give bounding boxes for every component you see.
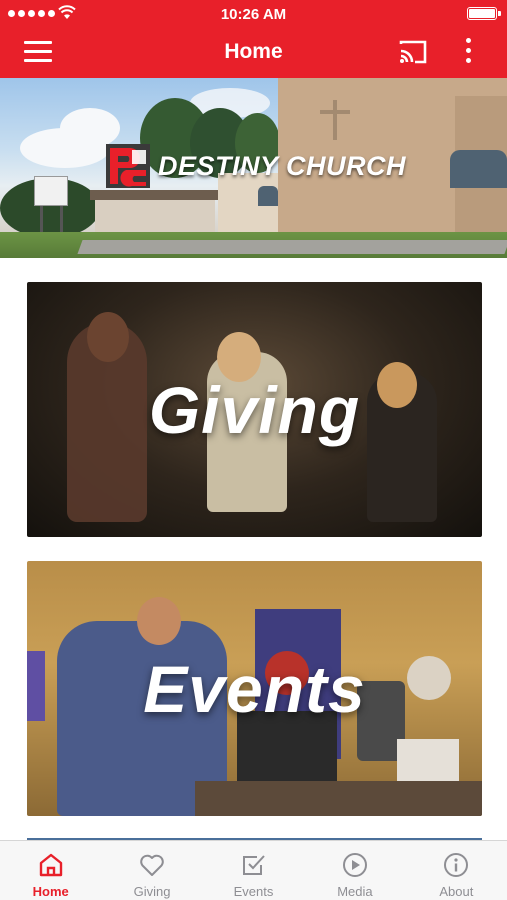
tab-about-label: About bbox=[439, 884, 474, 899]
destiny-church-logo bbox=[106, 144, 150, 188]
battery-icon bbox=[467, 7, 501, 20]
play-circle-icon bbox=[342, 853, 367, 877]
tab-media[interactable]: Media bbox=[304, 841, 405, 900]
status-time: 10:26 AM bbox=[220, 6, 287, 23]
giving-card-label: Giving bbox=[148, 372, 361, 447]
tab-events[interactable]: Events bbox=[203, 841, 304, 900]
heart-icon bbox=[140, 854, 164, 876]
tab-bar: Home Giving Events Media About bbox=[0, 840, 507, 900]
events-card-label: Events bbox=[143, 651, 366, 726]
app-screen: 10:26 AM Home DESTINY CHURCH Giving Even… bbox=[0, 0, 507, 900]
tab-media-label: Media bbox=[337, 884, 373, 899]
tab-giving[interactable]: Giving bbox=[101, 841, 202, 900]
more-vertical-icon[interactable] bbox=[458, 38, 478, 68]
cast-icon[interactable] bbox=[398, 39, 428, 65]
page-title: Home bbox=[224, 40, 283, 63]
tab-events-label: Events bbox=[233, 884, 274, 899]
events-card[interactable]: Events bbox=[27, 561, 482, 816]
status-bar: 10:26 AM bbox=[0, 0, 507, 28]
info-circle-icon bbox=[444, 853, 469, 877]
checkbox-icon bbox=[242, 855, 265, 875]
church-logo: DESTINY CHURCH bbox=[104, 142, 406, 190]
home-icon bbox=[39, 853, 62, 877]
tab-about[interactable]: About bbox=[406, 841, 507, 900]
tab-giving-label: Giving bbox=[133, 884, 171, 899]
giving-card[interactable]: Giving bbox=[27, 282, 482, 537]
navigation-bar: Home bbox=[0, 28, 507, 78]
church-name: DESTINY CHURCH bbox=[158, 150, 407, 181]
tab-home[interactable]: Home bbox=[0, 841, 101, 900]
church-banner-image: DESTINY CHURCH bbox=[0, 78, 507, 258]
tab-home-label: Home bbox=[32, 884, 69, 899]
